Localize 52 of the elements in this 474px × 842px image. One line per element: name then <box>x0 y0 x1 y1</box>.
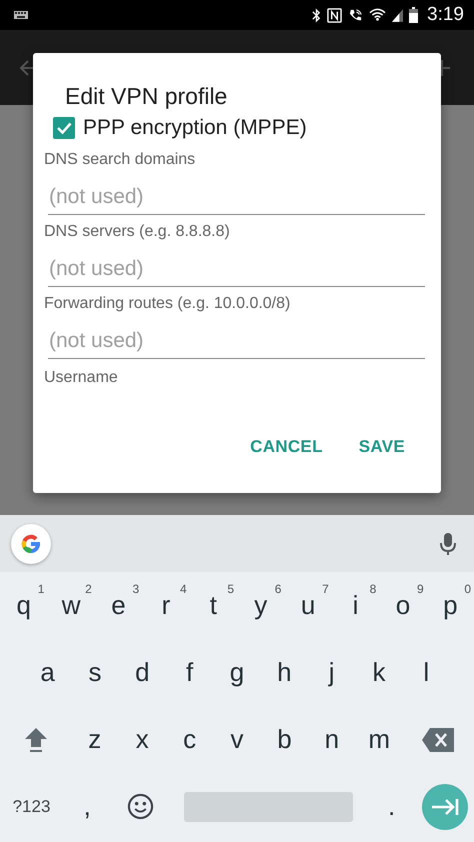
clock-time: 3:19 <box>427 4 464 26</box>
wifi-icon <box>369 8 386 22</box>
keyboard-key[interactable]: f <box>166 642 214 702</box>
keyboard-key[interactable]: p $^{0}$ <box>426 576 474 636</box>
symbols-key[interactable]: ?123 <box>0 776 64 836</box>
keyboard-key[interactable]: g <box>213 642 261 702</box>
keyboard-key[interactable]: c <box>166 710 214 770</box>
signal-icon <box>392 8 404 22</box>
keyboard-key[interactable]: , <box>63 776 112 836</box>
bluetooth-icon <box>312 8 322 22</box>
keyboard-key[interactable]: i $^{8}$ <box>332 576 380 636</box>
keyboard-key[interactable]: y $^{6}$ <box>237 576 284 636</box>
field-label: Username <box>44 368 119 388</box>
battery-icon <box>409 7 418 23</box>
keyboard-key[interactable]: r $^{4}$ <box>142 576 190 636</box>
smiley-icon <box>127 793 154 820</box>
keyboard-key[interactable]: b <box>260 710 308 770</box>
field-label: DNS search domains <box>44 150 196 170</box>
nfc-icon <box>327 8 342 22</box>
keyboard-key[interactable]: e $^{3}$ <box>94 576 142 636</box>
keyboard-key[interactable]: n <box>308 710 356 770</box>
keyboard-key[interactable]: z <box>71 710 118 770</box>
keyboard-key[interactable]: j <box>308 642 356 702</box>
keyboard-key[interactable]: s <box>71 642 119 702</box>
checkbox[interactable] <box>53 117 75 139</box>
keyboard-key[interactable]: d <box>118 642 166 702</box>
input-field[interactable]: (not used) <box>48 179 425 215</box>
keyboard-key[interactable]: h <box>260 642 308 702</box>
checkbox-label: PPP encryption (MPPE) <box>83 116 307 140</box>
keyboard-key[interactable]: u $^{7}$ <box>284 576 332 636</box>
shift-icon <box>24 726 48 752</box>
keyboard-key[interactable]: v <box>213 710 261 770</box>
microphone-icon[interactable] <box>440 532 456 556</box>
keyboard-key[interactable]: t $^{5}$ <box>190 576 238 636</box>
keyboard-key[interactable]: a <box>24 642 72 702</box>
google-logo-button[interactable] <box>11 524 51 564</box>
keyboard-key[interactable]: w $^{2}$ <box>47 576 95 636</box>
field-label: Forwarding routes (e.g. 10.0.0.0/8) <box>44 294 292 314</box>
keyboard-key[interactable]: m <box>356 710 403 770</box>
phone-call-icon <box>348 8 364 22</box>
backspace-icon <box>422 728 454 752</box>
dialog-title: Edit VPN profile <box>64 82 228 111</box>
keyboard-key[interactable]: x <box>118 710 166 770</box>
keyboard-key[interactable]: q $^{1}$ <box>0 576 48 636</box>
input-field[interactable]: (not used) <box>48 323 425 359</box>
keyboard-icon <box>14 11 28 19</box>
keyboard-key[interactable]: k <box>355 642 403 702</box>
field-label: DNS servers (e.g. 8.8.8.8) <box>44 222 231 242</box>
keyboard-key[interactable]: o $^{9}$ <box>379 576 427 636</box>
keyboard-key[interactable]: l <box>402 642 450 702</box>
input-field[interactable]: (not used) <box>48 251 425 287</box>
keyboard-key[interactable]: . <box>367 776 416 836</box>
